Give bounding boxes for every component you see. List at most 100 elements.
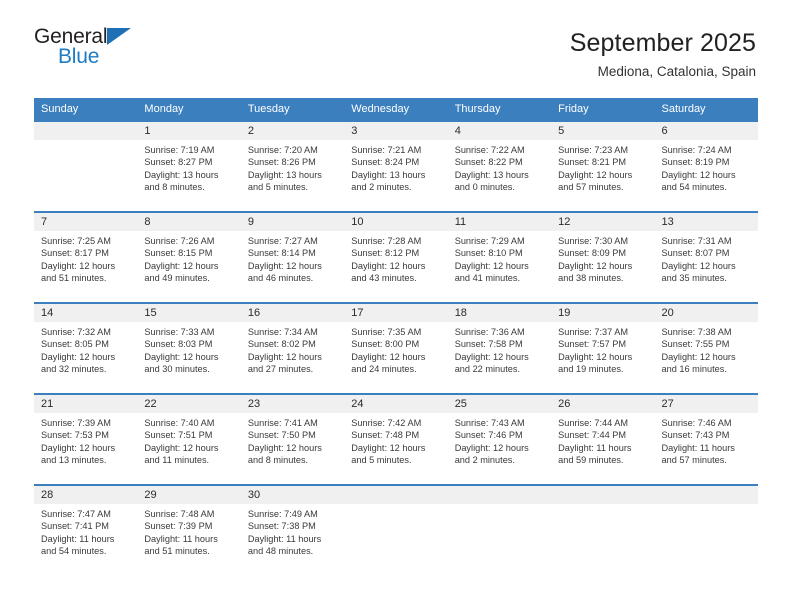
day-details: Sunrise: 7:19 AM Sunset: 8:27 PM Dayligh… bbox=[137, 140, 240, 198]
daylight-text-line2: and 11 minutes. bbox=[144, 455, 210, 466]
calendar-day-cell[interactable]: 6 Sunrise: 7:24 AM Sunset: 8:19 PM Dayli… bbox=[654, 122, 758, 211]
calendar-day-cell[interactable]: 25 Sunrise: 7:43 AM Sunset: 7:46 PM Dayl… bbox=[447, 395, 552, 484]
page-title: September 2025 bbox=[569, 29, 756, 57]
daylight-text-line2: and 51 minutes. bbox=[41, 273, 107, 284]
daylight-text-line1: Daylight: 12 hours bbox=[558, 351, 633, 362]
day-details: Sunrise: 7:46 AM Sunset: 7:43 PM Dayligh… bbox=[655, 413, 758, 471]
calendar-day-cell[interactable]: 11 Sunrise: 7:29 AM Sunset: 8:10 PM Dayl… bbox=[447, 213, 552, 302]
day-number: 17 bbox=[351, 306, 364, 319]
calendar-day-cell[interactable]: 8 Sunrise: 7:26 AM Sunset: 8:15 PM Dayli… bbox=[137, 213, 241, 302]
calendar-day-cell[interactable]: 26 Sunrise: 7:44 AM Sunset: 7:44 PM Dayl… bbox=[551, 395, 655, 484]
calendar-day-cell[interactable]: 20 Sunrise: 7:38 AM Sunset: 7:55 PM Dayl… bbox=[654, 304, 758, 393]
sunrise-text: Sunrise: 7:38 AM bbox=[661, 327, 732, 337]
calendar-day-cell[interactable]: 4 Sunrise: 7:22 AM Sunset: 8:22 PM Dayli… bbox=[447, 122, 552, 211]
calendar-day-cell[interactable]: 5 Sunrise: 7:23 AM Sunset: 8:21 PM Dayli… bbox=[551, 122, 655, 211]
day-details: Sunrise: 7:42 AM Sunset: 7:48 PM Dayligh… bbox=[344, 413, 447, 471]
calendar-day-cell[interactable]: 21 Sunrise: 7:39 AM Sunset: 7:53 PM Dayl… bbox=[34, 395, 138, 484]
calendar-day-cell[interactable]: 23 Sunrise: 7:41 AM Sunset: 7:50 PM Dayl… bbox=[240, 395, 345, 484]
daylight-text-line2: and 2 minutes. bbox=[351, 182, 412, 193]
day-number-band bbox=[447, 486, 552, 504]
calendar-day-cell[interactable]: 10 Sunrise: 7:28 AM Sunset: 8:12 PM Dayl… bbox=[344, 213, 448, 302]
daylight-text-line1: Daylight: 11 hours bbox=[661, 442, 735, 453]
calendar-day-cell[interactable]: 27 Sunrise: 7:46 AM Sunset: 7:43 PM Dayl… bbox=[654, 395, 758, 484]
calendar-day-cell[interactable]: 18 Sunrise: 7:36 AM Sunset: 7:58 PM Dayl… bbox=[447, 304, 552, 393]
sunrise-text: Sunrise: 7:26 AM bbox=[144, 236, 215, 246]
calendar-day-cell[interactable]: 17 Sunrise: 7:35 AM Sunset: 8:00 PM Dayl… bbox=[344, 304, 448, 393]
daylight-text-line2: and 24 minutes. bbox=[351, 364, 417, 375]
day-number-band: 7 bbox=[34, 213, 138, 231]
calendar-week-row: 14 Sunrise: 7:32 AM Sunset: 8:05 PM Dayl… bbox=[34, 302, 758, 393]
day-details: Sunrise: 7:34 AM Sunset: 8:02 PM Dayligh… bbox=[241, 322, 344, 380]
sunset-text: Sunset: 8:26 PM bbox=[247, 157, 316, 168]
daylight-text-line1: Daylight: 13 hours bbox=[454, 169, 529, 180]
calendar-weeks: 1 Sunrise: 7:19 AM Sunset: 8:27 PM Dayli… bbox=[34, 122, 758, 575]
day-number: 15 bbox=[144, 306, 157, 319]
calendar-day-cell[interactable]: 30 Sunrise: 7:49 AM Sunset: 7:38 PM Dayl… bbox=[240, 486, 345, 575]
sunrise-text: Sunrise: 7:19 AM bbox=[144, 145, 215, 155]
day-details: Sunrise: 7:41 AM Sunset: 7:50 PM Dayligh… bbox=[241, 413, 344, 471]
daylight-text-line1: Daylight: 12 hours bbox=[351, 442, 426, 453]
calendar-day-cell[interactable]: 9 Sunrise: 7:27 AM Sunset: 8:14 PM Dayli… bbox=[240, 213, 345, 302]
daylight-text-line2: and 5 minutes. bbox=[351, 455, 412, 466]
sunrise-text: Sunrise: 7:24 AM bbox=[661, 145, 732, 155]
sunrise-text: Sunrise: 7:27 AM bbox=[247, 236, 318, 246]
sunrise-text: Sunrise: 7:44 AM bbox=[558, 418, 629, 428]
day-number-band: 28 bbox=[34, 486, 138, 504]
sunrise-text: Sunrise: 7:47 AM bbox=[41, 509, 111, 519]
sunset-text: Sunset: 8:22 PM bbox=[454, 157, 523, 168]
calendar-day-cell[interactable]: 3 Sunrise: 7:21 AM Sunset: 8:24 PM Dayli… bbox=[344, 122, 448, 211]
calendar-day-cell bbox=[447, 486, 552, 575]
calendar-day-cell[interactable]: 14 Sunrise: 7:32 AM Sunset: 8:05 PM Dayl… bbox=[34, 304, 138, 393]
daylight-text-line1: Daylight: 12 hours bbox=[661, 169, 736, 180]
calendar-day-cell[interactable]: 1 Sunrise: 7:19 AM Sunset: 8:27 PM Dayli… bbox=[137, 122, 241, 211]
calendar-day-cell[interactable]: 15 Sunrise: 7:33 AM Sunset: 8:03 PM Dayl… bbox=[137, 304, 241, 393]
day-details: Sunrise: 7:29 AM Sunset: 8:10 PM Dayligh… bbox=[448, 231, 551, 289]
sunrise-text: Sunrise: 7:35 AM bbox=[351, 327, 422, 337]
day-number: 28 bbox=[41, 488, 54, 501]
calendar-day-cell[interactable]: 22 Sunrise: 7:40 AM Sunset: 7:51 PM Dayl… bbox=[137, 395, 241, 484]
day-number: 9 bbox=[247, 215, 254, 228]
calendar-day-cell[interactable]: 16 Sunrise: 7:34 AM Sunset: 8:02 PM Dayl… bbox=[240, 304, 345, 393]
daylight-text-line1: Daylight: 12 hours bbox=[454, 442, 529, 453]
page-subtitle: Mediona, Catalonia, Spain bbox=[597, 64, 756, 79]
sunset-text: Sunset: 7:51 PM bbox=[144, 430, 213, 441]
day-number: 25 bbox=[454, 397, 467, 410]
weekday-header-row: Sunday Monday Tuesday Wednesday Thursday… bbox=[34, 98, 758, 122]
calendar-day-cell[interactable]: 7 Sunrise: 7:25 AM Sunset: 8:17 PM Dayli… bbox=[34, 213, 138, 302]
day-details: Sunrise: 7:44 AM Sunset: 7:44 PM Dayligh… bbox=[551, 413, 654, 471]
day-details: Sunrise: 7:20 AM Sunset: 8:26 PM Dayligh… bbox=[241, 140, 344, 198]
daylight-text-line2: and 57 minutes. bbox=[558, 182, 624, 193]
day-number: 20 bbox=[661, 306, 674, 319]
logo-text-blue: Blue bbox=[58, 45, 100, 68]
day-details: Sunrise: 7:33 AM Sunset: 8:03 PM Dayligh… bbox=[137, 322, 240, 380]
day-details: Sunrise: 7:30 AM Sunset: 8:09 PM Dayligh… bbox=[551, 231, 654, 289]
calendar-day-cell[interactable]: 12 Sunrise: 7:30 AM Sunset: 8:09 PM Dayl… bbox=[551, 213, 655, 302]
day-number-band: 10 bbox=[344, 213, 448, 231]
sunset-text: Sunset: 7:57 PM bbox=[558, 339, 627, 350]
sunrise-text: Sunrise: 7:25 AM bbox=[41, 236, 111, 246]
generalblue-logo[interactable]: General Blue bbox=[34, 26, 142, 74]
day-details: Sunrise: 7:36 AM Sunset: 7:58 PM Dayligh… bbox=[448, 322, 551, 380]
sunset-text: Sunset: 7:44 PM bbox=[558, 430, 627, 441]
calendar-day-cell[interactable]: 24 Sunrise: 7:42 AM Sunset: 7:48 PM Dayl… bbox=[344, 395, 448, 484]
day-number: 24 bbox=[351, 397, 364, 410]
sunset-text: Sunset: 8:17 PM bbox=[41, 248, 109, 259]
day-number-band: 16 bbox=[240, 304, 345, 322]
daylight-text-line2: and 32 minutes. bbox=[41, 364, 107, 375]
calendar-day-cell[interactable]: 29 Sunrise: 7:48 AM Sunset: 7:39 PM Dayl… bbox=[137, 486, 241, 575]
sunrise-text: Sunrise: 7:48 AM bbox=[144, 509, 215, 519]
calendar-day-cell[interactable]: 13 Sunrise: 7:31 AM Sunset: 8:07 PM Dayl… bbox=[654, 213, 758, 302]
day-number-band: 24 bbox=[344, 395, 448, 413]
day-number-band: 21 bbox=[34, 395, 138, 413]
day-number: 3 bbox=[351, 124, 358, 137]
daylight-text-line2: and 35 minutes. bbox=[661, 273, 727, 284]
calendar-day-cell[interactable]: 2 Sunrise: 7:20 AM Sunset: 8:26 PM Dayli… bbox=[240, 122, 345, 211]
weekday-saturday: Saturday bbox=[661, 103, 706, 115]
day-number-band: 13 bbox=[654, 213, 758, 231]
calendar-day-cell[interactable]: 19 Sunrise: 7:37 AM Sunset: 7:57 PM Dayl… bbox=[551, 304, 655, 393]
calendar-day-cell[interactable]: 28 Sunrise: 7:47 AM Sunset: 7:41 PM Dayl… bbox=[34, 486, 138, 575]
day-details: Sunrise: 7:22 AM Sunset: 8:22 PM Dayligh… bbox=[448, 140, 551, 198]
day-details: Sunrise: 7:48 AM Sunset: 7:39 PM Dayligh… bbox=[137, 504, 240, 562]
daylight-text-line2: and 0 minutes. bbox=[454, 182, 515, 193]
day-number: 30 bbox=[247, 488, 261, 501]
